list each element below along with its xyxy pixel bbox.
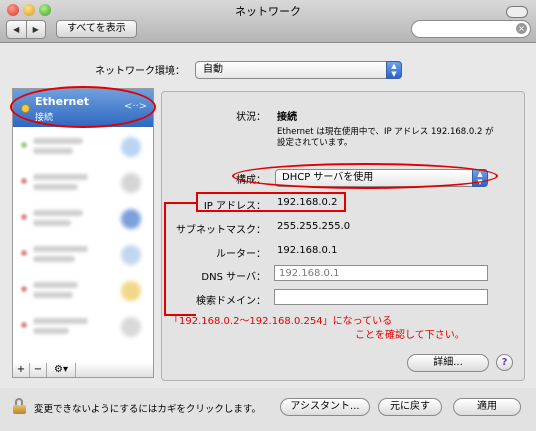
- service-item[interactable]: [13, 273, 153, 309]
- network-preferences-window: ネットワーク ◀ ▶ すべてを表示 × ネットワーク環境： 自動 ▲ ▼ Ethe…: [0, 0, 536, 431]
- environment-value: 自動: [203, 64, 223, 75]
- environment-popup[interactable]: 自動 ▲ ▼: [195, 61, 402, 79]
- service-icon: [121, 281, 141, 301]
- popup-arrows-icon: ▲ ▼: [386, 61, 402, 79]
- subnet-value: 255.255.255.0: [277, 221, 351, 232]
- history-nav: ◀ ▶: [6, 20, 46, 39]
- add-service-button[interactable]: +: [13, 363, 30, 377]
- service-icon: [121, 173, 141, 193]
- lock-icon[interactable]: [13, 398, 27, 414]
- assistant-button[interactable]: アシスタント...: [280, 398, 370, 416]
- service-list-footer: + − ⚙▾: [12, 363, 154, 378]
- status-dot-icon: [21, 178, 27, 184]
- annotation-text-line1: 「192.168.0.2～192.168.0.254」になっている: [169, 316, 393, 327]
- annotation-bracket: [164, 202, 196, 316]
- back-button[interactable]: ◀: [6, 20, 27, 39]
- remove-service-button[interactable]: −: [30, 363, 47, 377]
- gear-menu-button[interactable]: ⚙▾: [47, 363, 76, 377]
- window-title: ネットワーク: [235, 5, 301, 18]
- status-label: 状況：: [236, 112, 266, 123]
- annotation-ethernet-oval: [10, 86, 156, 128]
- service-item[interactable]: [13, 237, 153, 273]
- forward-button[interactable]: ▶: [26, 20, 46, 39]
- dns-field[interactable]: 192.168.0.1: [274, 265, 488, 281]
- service-item[interactable]: [13, 201, 153, 237]
- status-dot-icon: [21, 322, 27, 328]
- status-description-line2: 設定されています。: [277, 138, 353, 148]
- status-dot-icon: [21, 250, 27, 256]
- status-dot-icon: [21, 142, 27, 148]
- service-icon: [121, 137, 141, 157]
- titlebar: ネットワーク ◀ ▶ すべてを表示 ×: [0, 0, 536, 43]
- service-item[interactable]: [13, 129, 153, 165]
- service-item[interactable]: [13, 309, 153, 345]
- advanced-button[interactable]: 詳細...: [407, 354, 489, 372]
- clear-search-icon[interactable]: ×: [516, 23, 527, 34]
- service-icon: [121, 245, 141, 265]
- annotation-ip-box: [196, 192, 346, 212]
- service-list[interactable]: Ethernet 接続 <··>: [12, 88, 154, 365]
- help-button[interactable]: ?: [496, 354, 513, 371]
- router-value: 192.168.0.1: [277, 245, 338, 256]
- annotation-config-oval: [232, 163, 498, 189]
- show-all-button[interactable]: すべてを表示: [56, 20, 137, 38]
- service-icon: [121, 317, 141, 337]
- lock-text: 変更できないようにするにはカギをクリックします。: [34, 404, 261, 415]
- status-dot-icon: [21, 286, 27, 292]
- status-dot-icon: [21, 214, 27, 220]
- annotation-text-line2: ことを確認して下さい。: [355, 330, 465, 341]
- environment-label: ネットワーク環境：: [95, 66, 185, 77]
- service-item[interactable]: [13, 165, 153, 201]
- search-domain-field[interactable]: [274, 289, 488, 305]
- service-icon: [121, 209, 141, 229]
- toolbar-toggle-button[interactable]: [506, 6, 528, 18]
- search-input[interactable]: ×: [411, 20, 531, 38]
- revert-button[interactable]: 元に戻す: [378, 398, 442, 416]
- apply-button[interactable]: 適用: [453, 398, 521, 416]
- status-value: 接続: [277, 112, 297, 123]
